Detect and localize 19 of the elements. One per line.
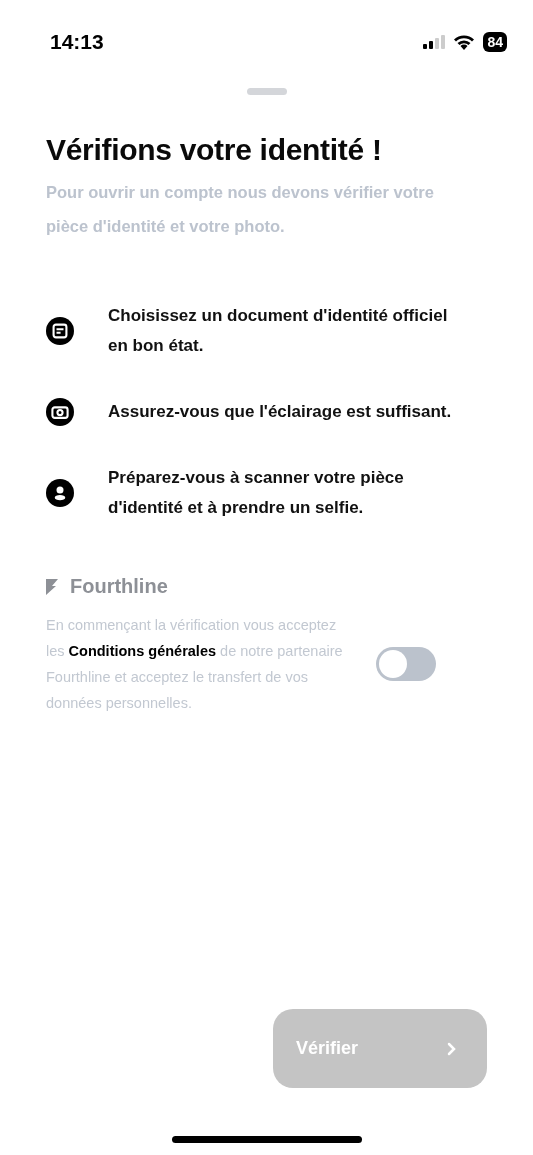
camera-icon: [46, 398, 74, 426]
document-icon: [46, 317, 74, 345]
step-text: Préparez-vous à scanner votre pièce d'identité et à prendre un selfie.: [108, 467, 405, 519]
page-subtitle: Pour ouvrir un compte nous devons vérifier votre pièce d'identité et votre photo.: [46, 182, 435, 237]
chevron-right-icon: [447, 1041, 457, 1056]
step-text: Choisissez un document d'identité officiel en bon état.: [108, 305, 449, 357]
wifi-icon: [453, 34, 476, 50]
terms-link[interactable]: Conditions générales: [68, 643, 217, 659]
signal-icon: [423, 35, 446, 49]
step-text: Assurez-vous que l'éclairage est suffisant.: [108, 401, 452, 423]
sheet-grabber[interactable]: [246, 88, 287, 95]
battery-level: 84: [483, 32, 507, 52]
person-icon: [46, 479, 74, 507]
consent-text: En commençant la vérification vous acceptez les Conditions générales de notre partenaire Fourthline et acceptez le transfert de vos données personnelles.: [46, 616, 344, 713]
page-title: Vérifions votre identité !: [46, 133, 383, 167]
consent-toggle[interactable]: [376, 647, 436, 681]
partner-logo-icon: [46, 578, 58, 595]
partner-name: Fourthline: [70, 575, 168, 598]
status-time: 14:13: [50, 30, 104, 54]
